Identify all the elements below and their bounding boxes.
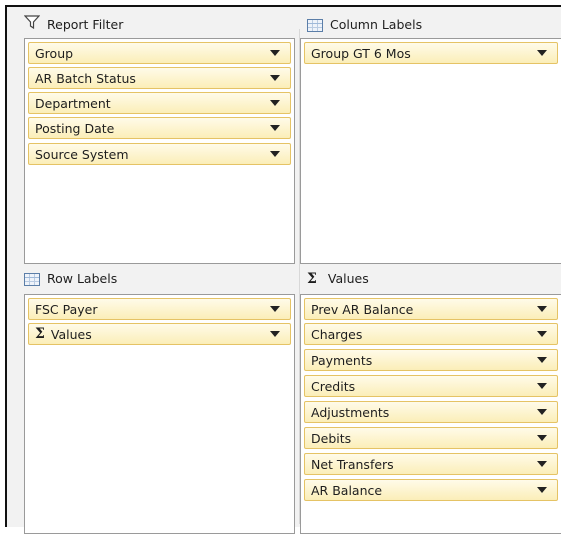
- field-net-transfers[interactable]: Net Transfers: [304, 453, 558, 475]
- field-credits[interactable]: Credits: [304, 375, 558, 397]
- dropdown-arrow-icon[interactable]: [270, 125, 280, 131]
- field-label: Group GT 6 Mos: [311, 45, 411, 61]
- field-debits[interactable]: Debits: [304, 427, 558, 449]
- sigma-icon: Σ: [307, 271, 317, 287]
- field-label: Group: [35, 45, 74, 61]
- field-label: Credits: [311, 378, 356, 394]
- pivot-field-areas: Report Filter Column Labels Group AR Bat…: [5, 5, 561, 534]
- row-labels-header: Row Labels: [24, 269, 117, 289]
- values-title: Values: [327, 271, 369, 286]
- field-group[interactable]: Group: [28, 42, 291, 64]
- field-label: Values: [50, 326, 92, 342]
- values-pane[interactable]: Prev AR Balance Charges Payments Credits…: [300, 294, 561, 534]
- grid-icon: [24, 272, 40, 286]
- dropdown-arrow-icon[interactable]: [270, 50, 280, 56]
- field-adjustments[interactable]: Adjustments: [304, 401, 558, 423]
- dropdown-arrow-icon[interactable]: [537, 50, 547, 56]
- field-department[interactable]: Department: [28, 92, 291, 114]
- column-labels-header: Column Labels: [307, 15, 422, 35]
- dropdown-arrow-icon[interactable]: [537, 331, 547, 337]
- field-payments[interactable]: Payments: [304, 349, 558, 371]
- field-label: Debits: [311, 430, 352, 446]
- field-label: Source System: [35, 146, 129, 162]
- report-filter-pane[interactable]: Group AR Batch Status Department Posting…: [24, 38, 295, 264]
- dropdown-arrow-icon[interactable]: [270, 306, 280, 312]
- field-posting-date[interactable]: Posting Date: [28, 117, 291, 139]
- dropdown-arrow-icon[interactable]: [537, 409, 547, 415]
- field-label: Prev AR Balance: [311, 301, 414, 317]
- dropdown-arrow-icon[interactable]: [537, 435, 547, 441]
- report-filter-title: Report Filter: [47, 17, 124, 32]
- field-fsc-payer[interactable]: FSC Payer: [28, 298, 291, 320]
- dropdown-arrow-icon[interactable]: [537, 306, 547, 312]
- dropdown-arrow-icon[interactable]: [270, 331, 280, 337]
- field-label: Net Transfers: [311, 456, 394, 472]
- values-header: Σ Values: [307, 269, 369, 289]
- dropdown-arrow-icon[interactable]: [537, 461, 547, 467]
- filter-icon: [23, 15, 41, 35]
- row-labels-title: Row Labels: [47, 271, 118, 286]
- dropdown-arrow-icon[interactable]: [270, 75, 280, 81]
- dropdown-arrow-icon[interactable]: [270, 100, 280, 106]
- field-label: Posting Date: [35, 120, 115, 136]
- grid-icon: [307, 18, 323, 32]
- row-labels-pane[interactable]: FSC Payer Σ Values: [24, 294, 295, 534]
- report-filter-header: Report Filter: [23, 15, 124, 35]
- dropdown-arrow-icon[interactable]: [537, 357, 547, 363]
- field-label: Payments: [311, 352, 373, 368]
- dropdown-arrow-icon[interactable]: [270, 151, 280, 157]
- field-prev-ar-balance[interactable]: Prev AR Balance: [304, 298, 558, 320]
- field-label: Charges: [311, 326, 363, 342]
- dropdown-arrow-icon[interactable]: [537, 383, 547, 389]
- field-label: AR Batch Status: [35, 70, 136, 86]
- field-charges[interactable]: Charges: [304, 323, 558, 345]
- field-ar-balance[interactable]: AR Balance: [304, 479, 558, 501]
- column-labels-title: Column Labels: [330, 17, 423, 32]
- field-label: FSC Payer: [35, 301, 98, 317]
- dropdown-arrow-icon[interactable]: [537, 487, 547, 493]
- field-source-system[interactable]: Source System: [28, 143, 291, 165]
- field-values[interactable]: Σ Values: [28, 323, 291, 345]
- field-ar-batch-status[interactable]: AR Batch Status: [28, 67, 291, 89]
- field-label: Department: [35, 95, 111, 111]
- field-label: Adjustments: [311, 404, 390, 420]
- field-group-gt-6-mos[interactable]: Group GT 6 Mos: [304, 42, 558, 64]
- field-label: AR Balance: [311, 482, 383, 498]
- sigma-icon: Σ: [35, 326, 45, 342]
- column-labels-pane[interactable]: Group GT 6 Mos: [300, 38, 561, 264]
